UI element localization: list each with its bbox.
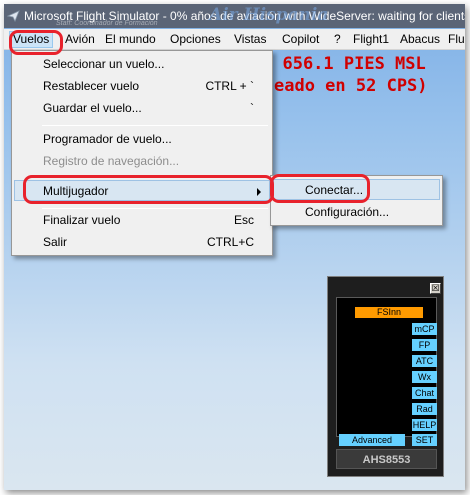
menu-item-programador-vuelo[interactable]: Programador de vuelo...	[14, 129, 270, 150]
menu-abacus[interactable]: Abacus	[397, 31, 443, 48]
fsinn-fp-button[interactable]: FP	[412, 339, 437, 351]
menu-item-restablecer-vuelo[interactable]: Restablecer vuelo CTRL + `	[14, 76, 270, 97]
menu-item-registro-navegacion: Registro de navegación...	[14, 151, 270, 172]
menu-bar: Vuelos Avión El mundo Opciones Vistas Co…	[4, 29, 465, 50]
menu-item-shortcut: CTRL + `	[205, 79, 254, 93]
menu-el-mundo[interactable]: El mundo	[102, 31, 159, 48]
app-icon	[7, 10, 20, 22]
fsinn-main-button[interactable]: FSInn	[355, 307, 423, 318]
menu-vuelos[interactable]: Vuelos	[9, 31, 54, 48]
menu-separator	[42, 125, 268, 126]
fsinn-advanced-button[interactable]: Advanced	[339, 434, 405, 446]
menu-separator	[42, 177, 268, 178]
menu-opciones[interactable]: Opciones	[167, 31, 224, 48]
menu-item-multijugador[interactable]: Multijugador	[14, 180, 270, 201]
menu-item-shortcut: Esc	[233, 213, 254, 227]
menu-item-shortcut: CTRL+C	[206, 235, 254, 249]
fsinn-rad-button[interactable]: Rad	[412, 403, 437, 415]
menu-item-label: Guardar el vuelo...	[43, 101, 142, 115]
menu-item-shortcut: `	[250, 101, 254, 115]
menu-item-label: Programador de vuelo...	[43, 132, 172, 146]
menu-flus[interactable]: Flus	[445, 31, 465, 48]
menu-item-label: Multijugador	[43, 184, 109, 198]
menu-item-finalizar-vuelo[interactable]: Finalizar vuelo Esc	[14, 210, 270, 231]
watermark-logo: Air Hispania	[209, 5, 329, 25]
menu-copilot[interactable]: Copilot	[279, 31, 322, 48]
title-bar: Microsoft Flight Simulator - 0% años de …	[4, 4, 465, 28]
menu-item-guardar-vuelo[interactable]: Guardar el vuelo... `	[14, 98, 270, 119]
submenu-item-configuracion[interactable]: Configuración...	[273, 202, 440, 223]
vuelos-dropdown-menu: Seleccionar un vuelo... Restablecer vuel…	[11, 50, 273, 256]
menu-item-label: Restablecer vuelo	[43, 79, 140, 93]
fsinn-button-panel: FSInn mCP FP ATC Wx Chat Rad HELP SET Ad…	[336, 297, 437, 446]
submenu-item-label: Conectar...	[305, 183, 364, 197]
fsinn-wx-button[interactable]: Wx	[412, 371, 437, 383]
flight-simulator-window: Microsoft Flight Simulator - 0% años de …	[4, 4, 465, 490]
submenu-item-conectar[interactable]: Conectar...	[273, 179, 440, 200]
menu-item-salir[interactable]: Salir CTRL+C	[14, 232, 270, 253]
fsinn-mcp-button[interactable]: mCP	[412, 323, 437, 335]
fsinn-set-button[interactable]: SET	[412, 434, 437, 446]
close-icon[interactable]: ☒	[430, 283, 441, 294]
fsinn-callsign: AHS8553	[336, 449, 437, 469]
menu-item-label: Finalizar vuelo	[43, 213, 121, 227]
menu-item-label: Salir	[43, 235, 68, 249]
menu-avion[interactable]: Avión	[62, 31, 98, 48]
altitude-readout: T 656.1 PIES MSL	[262, 54, 426, 74]
menu-help[interactable]: ?	[331, 31, 344, 48]
multijugador-submenu: Conectar... Configuración...	[270, 175, 443, 226]
framerate-readout: eado en 52 CPS)	[274, 76, 428, 96]
menu-item-label: Registro de navegación...	[43, 154, 180, 168]
menu-separator	[42, 208, 268, 209]
fsinn-atc-button[interactable]: ATC	[412, 355, 437, 367]
fsinn-panel: ☒ FSInn mCP FP ATC Wx Chat Rad HELP SET …	[327, 276, 444, 477]
menu-vistas[interactable]: Vistas	[231, 31, 269, 48]
menu-item-label: Seleccionar un vuelo...	[43, 57, 165, 71]
fsinn-chat-button[interactable]: Chat	[412, 387, 437, 399]
submenu-arrow-icon	[257, 188, 261, 196]
menu-flight1[interactable]: Flight1	[350, 31, 392, 48]
watermark-subtitle: Staff: Coordinador de Formación	[56, 20, 158, 27]
menu-item-seleccionar-vuelo[interactable]: Seleccionar un vuelo...	[14, 54, 270, 75]
fsinn-help-button[interactable]: HELP	[412, 419, 437, 431]
submenu-item-label: Configuración...	[305, 205, 390, 219]
